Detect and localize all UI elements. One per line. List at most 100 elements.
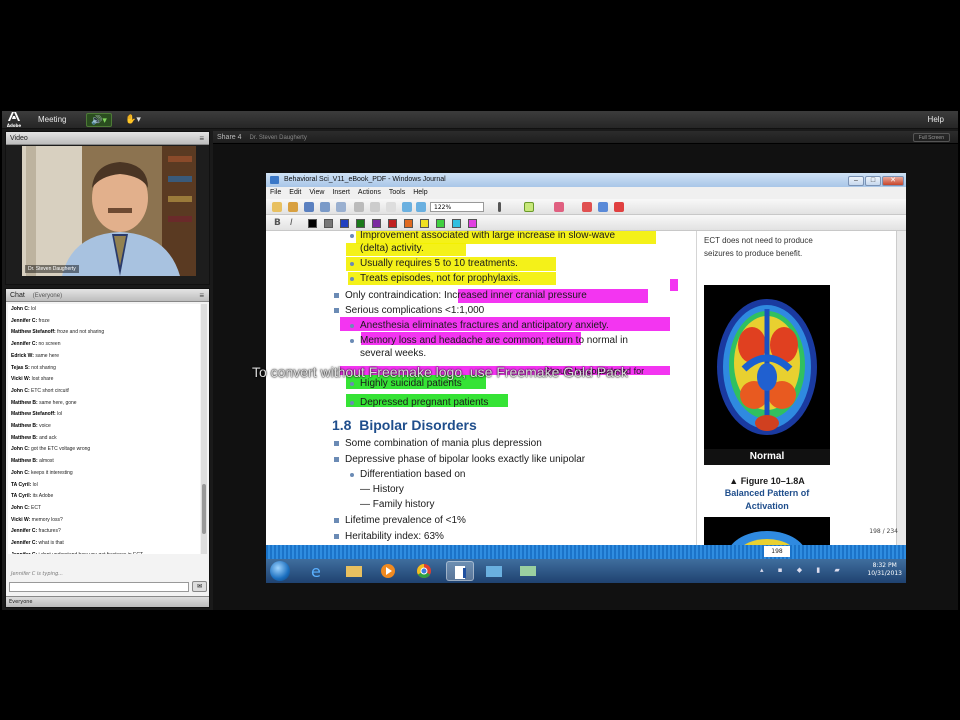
- lasso-icon[interactable]: [582, 202, 592, 212]
- status-button[interactable]: ✋▾: [122, 113, 144, 127]
- chat-pod-header: Chat (Everyone) ≡: [6, 289, 209, 302]
- taskbar-chrome[interactable]: [410, 561, 438, 581]
- menu-edit[interactable]: Edit: [289, 189, 301, 196]
- internet-explorer-icon: e: [311, 562, 321, 581]
- color-purple-swatch[interactable]: [372, 219, 381, 228]
- document-scrollbar[interactable]: [896, 231, 906, 549]
- system-clock[interactable]: 8:32 PM 10/31/2013: [867, 562, 902, 578]
- chat-message-text: lol: [32, 481, 38, 488]
- zoom-select[interactable]: 122%: [430, 202, 484, 212]
- doc-line: Differentiation based on: [360, 469, 466, 480]
- color-cyan-swatch[interactable]: [452, 219, 461, 228]
- color-orange-swatch[interactable]: [404, 219, 413, 228]
- chat-message-list: John C: lol Jennifer C: froze Matthew Stef…: [8, 304, 200, 554]
- media-player-icon: [381, 564, 395, 578]
- chat-message-user: Matthew Stefanoff:: [11, 411, 56, 418]
- monitor-icon: [520, 566, 536, 576]
- doc-line: Only contraindication: Increased inner c…: [345, 290, 587, 301]
- color-black-swatch[interactable]: [308, 219, 317, 228]
- taskbar-explorer[interactable]: [340, 561, 368, 581]
- highlighter-icon[interactable]: [524, 202, 534, 212]
- menu-file[interactable]: File: [270, 189, 281, 196]
- watermark-text: To convert without Freemake logo, use Fr…: [252, 364, 628, 380]
- chat-message: Matthew B: and ack: [8, 433, 200, 445]
- color-gray-swatch[interactable]: [324, 219, 333, 228]
- doc-line: Memory loss and headache are common; ret…: [360, 335, 628, 346]
- close-button[interactable]: ✕: [882, 176, 904, 186]
- fullscreen-button[interactable]: Full Screen: [912, 133, 950, 142]
- undo-icon[interactable]: [402, 202, 412, 212]
- chat-message-user: Matthew B:: [11, 423, 38, 430]
- chat-input[interactable]: [9, 582, 189, 592]
- tab-everyone[interactable]: Everyone: [9, 599, 33, 605]
- menu-view[interactable]: View: [309, 189, 324, 196]
- start-button[interactable]: [270, 561, 290, 581]
- new-note-icon[interactable]: [272, 202, 282, 212]
- eraser-icon[interactable]: [554, 202, 564, 212]
- minimize-button[interactable]: –: [848, 176, 864, 186]
- speaker-icon: 🔊▾: [91, 116, 107, 126]
- taskbar-app[interactable]: [514, 561, 542, 581]
- cut-icon[interactable]: [354, 202, 364, 212]
- chat-message-user: Edrick W:: [11, 352, 34, 359]
- print-icon[interactable]: [320, 202, 330, 212]
- chat-scrollbar[interactable]: [201, 304, 207, 554]
- color-magenta-swatch[interactable]: [468, 219, 477, 228]
- chat-message: John C: ETC short circuit!: [8, 386, 200, 398]
- menu-insert[interactable]: Insert: [332, 189, 350, 196]
- send-icon: ✉: [196, 583, 203, 590]
- color-yellow-swatch[interactable]: [420, 219, 429, 228]
- redo-icon[interactable]: [416, 202, 426, 212]
- menu-tools[interactable]: Tools: [389, 189, 405, 196]
- chat-message-user: Matthew Stefanoff:: [11, 329, 56, 336]
- taskbar-app[interactable]: [480, 561, 508, 581]
- doc-line: Usually requires 5 to 10 treatments.: [360, 258, 518, 269]
- copy-icon[interactable]: [370, 202, 380, 212]
- open-icon[interactable]: [288, 202, 298, 212]
- audio-button[interactable]: 🔊▾: [86, 113, 112, 127]
- raise-hand-icon: ✋▾: [125, 115, 141, 125]
- send-button[interactable]: ✉: [192, 581, 207, 592]
- find-icon[interactable]: [336, 202, 346, 212]
- chat-message-text: no screen: [38, 341, 61, 348]
- document-page: Improvement associated with large increa…: [266, 231, 896, 549]
- system-tray-icons[interactable]: ▴ ▪ ◆ ▮ ▰: [760, 566, 846, 574]
- save-icon[interactable]: [304, 202, 314, 212]
- color-blue-swatch[interactable]: [340, 219, 349, 228]
- maximize-button[interactable]: □: [865, 176, 881, 186]
- menu-help[interactable]: Help: [928, 115, 944, 124]
- chat-message: Vicki W: lost share: [8, 374, 200, 386]
- bullet: [350, 382, 354, 386]
- bullet: [334, 534, 339, 539]
- doc-line: Heritability index: 63%: [345, 531, 444, 542]
- page-navigation-bar[interactable]: 198 198 / 234: [266, 528, 906, 559]
- color-red-swatch[interactable]: [388, 219, 397, 228]
- taskbar-media[interactable]: [374, 561, 402, 581]
- journal-menu-bar: File Edit View Insert Actions Tools Help: [266, 187, 906, 199]
- pen-icon[interactable]: [498, 202, 501, 212]
- insert-space-icon[interactable]: [598, 202, 608, 212]
- taskbar-journal[interactable]: [446, 561, 474, 581]
- menu-meeting[interactable]: Meeting: [38, 115, 66, 124]
- chat-message-user: Matthew B:: [11, 434, 38, 441]
- chat-message-user: Vicki W:: [11, 376, 31, 383]
- color-green-swatch[interactable]: [356, 219, 365, 228]
- doc-line: Lifetime prevalence of <1%: [345, 515, 466, 526]
- italic-icon[interactable]: I: [290, 218, 300, 228]
- paste-icon[interactable]: [386, 202, 396, 212]
- share-pod-header: Share 4 Dr. Steven Daugherty Full Screen: [213, 131, 958, 144]
- chat-message: Jennifer C: i dont understand how you ge…: [8, 550, 200, 554]
- menu-help[interactable]: Help: [413, 189, 427, 196]
- chat-message: John C: keeps it interesting: [8, 468, 200, 480]
- pod-menu-icon[interactable]: ≡: [199, 132, 204, 145]
- figure-caption: Balanced Pattern of: [724, 488, 810, 498]
- taskbar-ie[interactable]: e: [304, 561, 332, 581]
- menu-actions[interactable]: Actions: [358, 189, 381, 196]
- color-lime-swatch[interactable]: [436, 219, 445, 228]
- scroll-thumb[interactable]: [202, 484, 206, 534]
- flag-icon[interactable]: [614, 202, 624, 212]
- bold-icon[interactable]: B: [274, 218, 284, 228]
- adobe-logo: Adobe: [6, 112, 22, 128]
- pod-menu-icon[interactable]: ≡: [199, 289, 204, 302]
- chat-message-user: TA Cyril:: [11, 493, 32, 500]
